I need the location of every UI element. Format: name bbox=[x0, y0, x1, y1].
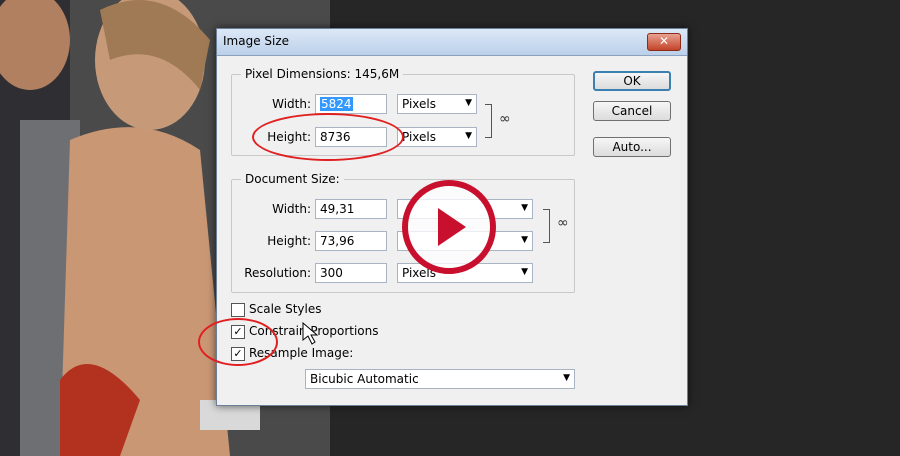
chain-link-icon: ∞ bbox=[499, 111, 511, 127]
doc-link-bracket bbox=[543, 209, 550, 243]
mouse-pointer-icon bbox=[302, 322, 319, 345]
pixel-height-unit: Pixels bbox=[402, 130, 437, 144]
chevron-down-icon: ▼ bbox=[465, 131, 472, 141]
pixel-width-unit-select[interactable]: Pixels ▼ bbox=[397, 94, 477, 114]
doc-width-label: Width: bbox=[272, 202, 311, 216]
chevron-down-icon: ▼ bbox=[563, 373, 570, 383]
height-highlight-ring bbox=[252, 113, 404, 161]
chain-link-icon: ∞ bbox=[557, 215, 569, 231]
resolution-input[interactable]: 300 bbox=[315, 263, 387, 283]
auto-button[interactable]: Auto... bbox=[593, 137, 671, 157]
play-icon bbox=[438, 208, 466, 246]
scale-styles-label: Scale Styles bbox=[249, 302, 322, 316]
ok-button[interactable]: OK bbox=[593, 71, 671, 91]
title-bar: Image Size ✕ bbox=[217, 29, 687, 56]
scale-styles-checkbox[interactable] bbox=[231, 303, 245, 317]
chevron-down-icon: ▼ bbox=[521, 203, 528, 213]
pixel-dimensions-label: Pixel Dimensions: bbox=[245, 67, 351, 81]
document-size-legend: Document Size: bbox=[241, 172, 344, 186]
video-play-button[interactable] bbox=[402, 180, 496, 274]
resolution-label: Resolution: bbox=[244, 266, 311, 280]
pixel-dimensions-size: 145,6M bbox=[354, 67, 400, 81]
chevron-down-icon: ▼ bbox=[465, 98, 472, 108]
chevron-down-icon: ▼ bbox=[521, 267, 528, 277]
doc-width-input[interactable]: 49,31 bbox=[315, 199, 387, 219]
pixel-link-bracket bbox=[485, 104, 492, 138]
pixel-height-unit-select[interactable]: Pixels ▼ bbox=[397, 127, 477, 147]
chevron-down-icon: ▼ bbox=[521, 235, 528, 245]
pixel-width-value: 5824 bbox=[320, 97, 353, 111]
cancel-button[interactable]: Cancel bbox=[593, 101, 671, 121]
dialog-title: Image Size bbox=[223, 34, 290, 48]
close-button[interactable]: ✕ bbox=[647, 33, 681, 51]
resample-method-select[interactable]: Bicubic Automatic ▼ bbox=[305, 369, 575, 389]
pixel-dimensions-legend: Pixel Dimensions: 145,6M bbox=[241, 67, 404, 81]
checkbox-highlight-ring bbox=[198, 318, 278, 366]
resample-method: Bicubic Automatic bbox=[310, 372, 419, 386]
pixel-width-label: Width: bbox=[272, 97, 311, 111]
doc-height-input[interactable]: 73,96 bbox=[315, 231, 387, 251]
pixel-width-unit: Pixels bbox=[402, 97, 437, 111]
doc-height-label: Height: bbox=[267, 234, 311, 248]
pixel-width-input[interactable]: 5824 bbox=[315, 94, 387, 114]
